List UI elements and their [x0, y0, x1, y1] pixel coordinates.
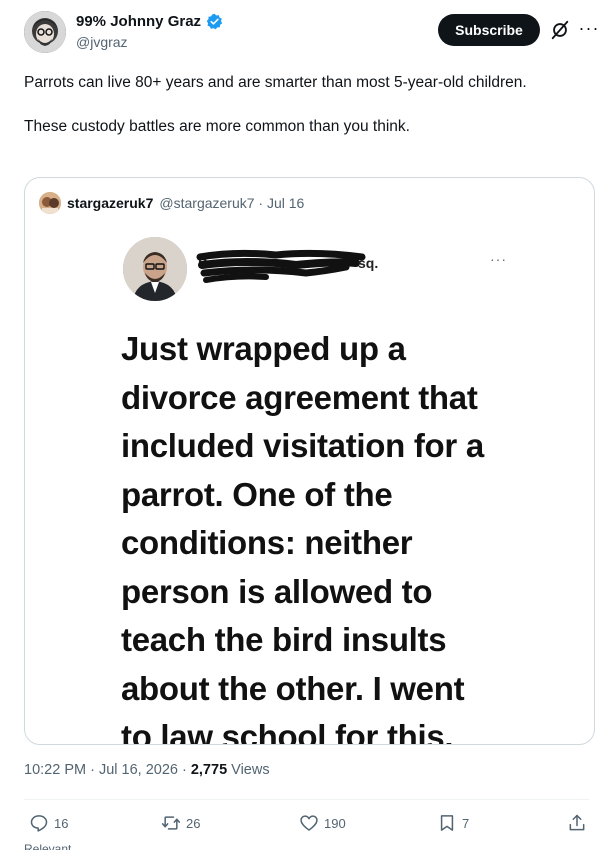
- like-button[interactable]: 190: [299, 810, 346, 836]
- retweet-button[interactable]: 26: [161, 810, 200, 836]
- share-icon: [569, 814, 585, 831]
- tweet-meta: 10:22 PM · Jul 16, 2026 · 2,775 Views: [24, 762, 270, 778]
- action-bar: 16 26 190 7: [0, 810, 613, 838]
- retweet-count: 26: [186, 815, 201, 831]
- like-count: 190: [324, 815, 346, 831]
- verified-badge-icon: [206, 13, 223, 30]
- quoted-author-name[interactable]: stargazeruk7: [67, 195, 153, 211]
- quoted-author-avatar[interactable]: [39, 192, 61, 214]
- reply-button[interactable]: 16: [29, 810, 68, 836]
- view-count: 2,775: [190, 762, 228, 778]
- redaction-scribble: [196, 249, 366, 283]
- quoted-tweet-image[interactable]: D sq. ··· Just wrapped up a divorce agre…: [108, 225, 514, 745]
- image-post-text: Just wrapped up a divorce agreement that…: [121, 330, 484, 745]
- relevant-replies-label: Relevant: [24, 842, 72, 850]
- tweet-header: 99% Johnny Graz @jvgraz Subscribe ···: [0, 0, 613, 64]
- quoted-author-handle-date[interactable]: @stargazeruk7 · Jul 16: [159, 195, 304, 211]
- bookmark-count: 7: [462, 815, 470, 831]
- views-label: Views: [227, 762, 270, 778]
- tweet-text: Parrots can live 80+ years and are smart…: [24, 72, 589, 138]
- image-author-avatar: [123, 237, 187, 301]
- author-name-row[interactable]: 99% Johnny Graz: [76, 13, 223, 30]
- reply-icon: [30, 815, 48, 832]
- quoted-tweet-header: stargazeruk7 @stargazeruk7 · Jul 16: [39, 192, 304, 214]
- author-handle[interactable]: @jvgraz: [76, 34, 128, 50]
- like-icon: [300, 815, 318, 831]
- retweet-icon: [161, 816, 181, 830]
- tweet-timestamp[interactable]: 10:22 PM · Jul 16, 2026 ·: [24, 762, 191, 778]
- reply-count: 16: [54, 815, 69, 831]
- more-icon[interactable]: ···: [578, 18, 600, 40]
- image-more-icon: ···: [490, 251, 507, 267]
- tweet-text-line-2: These custody battles are more common th…: [24, 118, 410, 135]
- subscribe-button[interactable]: Subscribe: [438, 14, 540, 46]
- author-avatar[interactable]: [24, 11, 66, 53]
- grok-icon[interactable]: [549, 19, 571, 41]
- image-author-name-suffix: sq.: [358, 255, 379, 271]
- bookmark-button[interactable]: 7: [437, 810, 469, 836]
- author-display-name[interactable]: 99% Johnny Graz: [76, 13, 201, 30]
- bookmark-icon: [440, 815, 454, 831]
- share-button[interactable]: [567, 810, 587, 836]
- tweet-text-line-1: Parrots can live 80+ years and are smart…: [24, 74, 527, 91]
- quoted-tweet-card[interactable]: stargazeruk7 @stargazeruk7 · Jul 16 D sq…: [24, 177, 595, 745]
- divider: [24, 799, 589, 800]
